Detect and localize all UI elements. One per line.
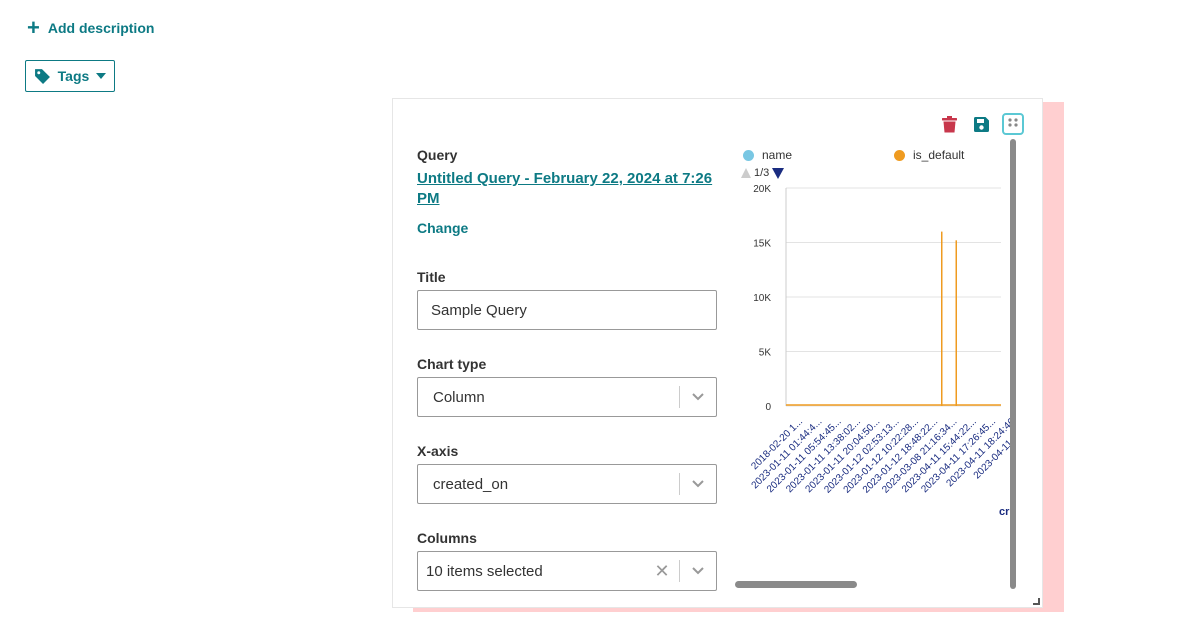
column-bar[interactable] — [955, 240, 958, 406]
chart-widget-card: Query Untitled Query - February 22, 2024… — [392, 98, 1043, 608]
vertical-scrollbar[interactable] — [1010, 139, 1016, 589]
chart-type-select[interactable]: Column — [417, 377, 717, 417]
drag-handle-button[interactable] — [1002, 113, 1024, 135]
chevron-down-icon — [96, 73, 107, 79]
chart-type-value: Column — [433, 388, 485, 406]
chart-type-label: Chart type — [417, 356, 487, 372]
trash-icon — [941, 115, 957, 132]
clear-icon[interactable]: ✕ — [645, 561, 679, 582]
save-button[interactable] — [970, 113, 992, 135]
horizontal-scrollbar[interactable] — [735, 581, 857, 588]
title-input[interactable]: Sample Query — [417, 290, 717, 330]
title-input-value: Sample Query — [431, 301, 527, 319]
add-description-button[interactable]: + Add description — [27, 15, 155, 40]
column-bar[interactable] — [941, 231, 943, 406]
x-axis-title: cr — [999, 506, 1010, 518]
y-tick-label: 20K — [753, 184, 771, 195]
tag-icon — [34, 68, 50, 84]
change-query-link[interactable]: Change — [417, 220, 468, 236]
y-tick-label: 15K — [753, 239, 771, 250]
tags-button[interactable]: Tags — [25, 60, 115, 92]
columns-value: 10 items selected — [426, 562, 543, 580]
chevron-down-icon[interactable] — [680, 480, 716, 488]
chart-preview: name is_default 1/3 20K 15K 10K 5K 0 2018-02-… — [733, 139, 1011, 579]
y-tick-label: 5K — [759, 348, 772, 359]
save-icon — [973, 116, 989, 132]
title-label: Title — [417, 269, 446, 285]
x-axis-select[interactable]: created_on — [417, 464, 717, 504]
x-axis-value: created_on — [433, 475, 509, 493]
query-label: Query — [417, 147, 458, 163]
card-toolbar — [938, 113, 1024, 135]
columns-select[interactable]: 10 items selected ✕ — [417, 551, 717, 591]
plus-icon: + — [27, 15, 40, 40]
y-tick-label: 10K — [753, 293, 771, 304]
y-tick-label: 0 — [765, 402, 771, 413]
drag-handle-icon — [1008, 118, 1018, 127]
chevron-down-icon[interactable] — [680, 567, 716, 575]
x-axis-label: X-axis — [417, 443, 459, 459]
query-link[interactable]: Untitled Query - February 22, 2024 at 7:… — [417, 169, 717, 209]
tags-label: Tags — [57, 68, 90, 84]
chevron-down-icon[interactable] — [680, 393, 716, 401]
add-description-label: Add description — [47, 20, 155, 36]
delete-button[interactable] — [938, 113, 960, 135]
columns-label: Columns — [417, 530, 477, 546]
resize-handle[interactable] — [1033, 598, 1040, 605]
column-chart: 20K15K10K5K02018-02-20 1...2023-01-11 01… — [749, 184, 1011, 518]
